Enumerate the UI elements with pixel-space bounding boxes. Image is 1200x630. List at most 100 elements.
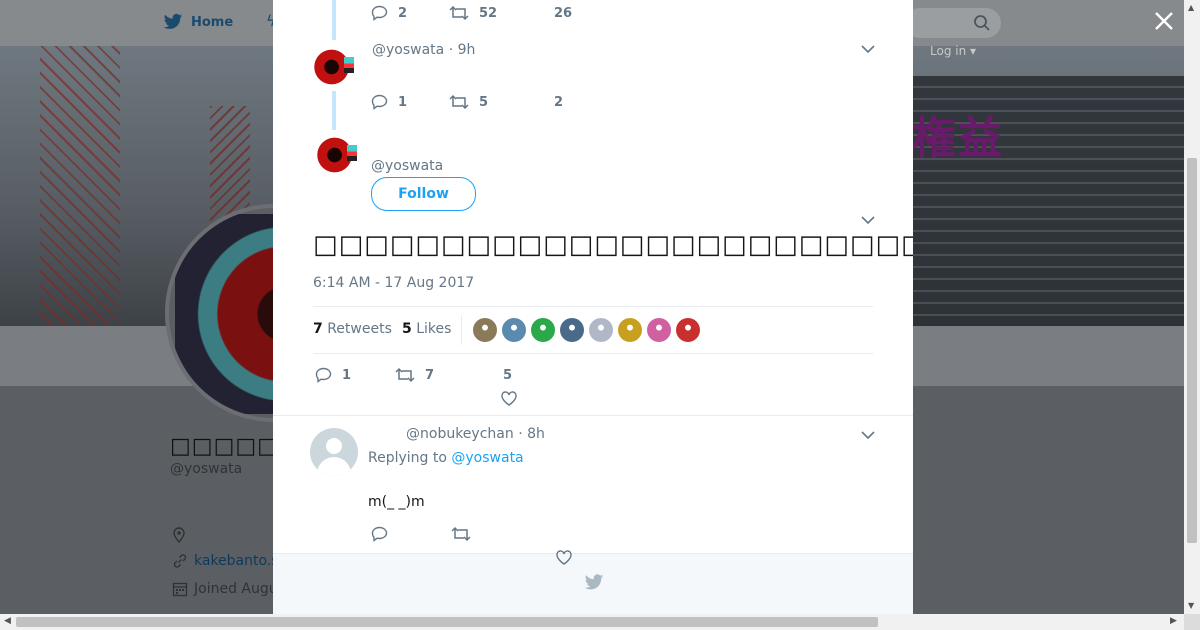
tweet2-time[interactable]: · 9h bbox=[449, 42, 476, 58]
retweet-icon bbox=[395, 367, 415, 383]
likes-label: Likes bbox=[416, 321, 452, 337]
retweet-count: 52 bbox=[479, 5, 498, 21]
scrollbar-corner bbox=[1184, 614, 1200, 630]
scroll-down-arrow[interactable]: ▼ bbox=[1188, 601, 1194, 610]
chevron-down-icon[interactable] bbox=[861, 44, 875, 54]
retweet-button[interactable] bbox=[451, 526, 471, 542]
reply-avatar[interactable] bbox=[310, 428, 358, 476]
like-count: 2 bbox=[554, 94, 564, 110]
vertical-scrollbar[interactable]: ▲ ▼ bbox=[1184, 0, 1200, 614]
retweet-count: 5 bbox=[479, 94, 489, 110]
liker-avatar[interactable] bbox=[589, 318, 613, 342]
retweet-icon bbox=[451, 526, 471, 542]
search-icon bbox=[974, 15, 990, 31]
main-tweet-handle[interactable]: @yoswata bbox=[371, 158, 443, 174]
chevron-down-icon[interactable] bbox=[861, 215, 875, 225]
profile-website-label: kakebanto.s bbox=[194, 553, 279, 569]
scroll-up-arrow[interactable]: ▲ bbox=[1188, 3, 1194, 12]
twitter-bird-icon bbox=[163, 13, 183, 29]
banner-crane bbox=[40, 46, 120, 326]
like-count: 5 bbox=[503, 367, 513, 383]
profile-joined-label: Joined Augu bbox=[194, 581, 278, 597]
location-icon bbox=[172, 527, 186, 543]
replying-to: Replying to @yoswata bbox=[368, 450, 524, 466]
retweets-label: Retweets bbox=[327, 321, 392, 337]
reply-button[interactable]: 1 bbox=[315, 367, 395, 383]
tweet2-header: @yoswata · 9h bbox=[372, 42, 475, 58]
reply-icon bbox=[371, 5, 388, 21]
retweets-stat[interactable]: 7 Retweets bbox=[313, 321, 392, 337]
retweet-button[interactable]: 7 bbox=[395, 367, 503, 383]
scroll-left-arrow[interactable]: ◀ bbox=[4, 616, 11, 626]
liker-avatar[interactable] bbox=[676, 318, 700, 342]
liker-avatar[interactable] bbox=[502, 318, 526, 342]
retweet-icon bbox=[449, 94, 469, 110]
reply-actions bbox=[371, 526, 471, 542]
tweet-modal: 2 52 26 @yoswata · 9h 1 5 2 @yoswata Fol… bbox=[273, 0, 913, 614]
main-tweet-text: □□□□□□□□□□□□□□□□□□□□□□□□□□□□□□□□□□□□□□□□… bbox=[313, 230, 913, 260]
search-input[interactable] bbox=[905, 8, 1001, 38]
reply-button[interactable]: 2 bbox=[371, 5, 449, 21]
main-tweet-avatar[interactable] bbox=[313, 131, 361, 179]
nav-home[interactable]: Home bbox=[163, 13, 233, 31]
liker-avatar[interactable] bbox=[647, 318, 671, 342]
retweet-icon bbox=[449, 5, 469, 21]
reply-button[interactable] bbox=[371, 526, 451, 542]
login-link[interactable]: Log in ▾ bbox=[930, 44, 976, 58]
chevron-down-icon[interactable] bbox=[861, 430, 875, 440]
tweet2-handle[interactable]: @yoswata bbox=[372, 42, 444, 58]
retweet-button[interactable]: 52 bbox=[449, 5, 554, 21]
stats-divider bbox=[461, 315, 462, 345]
like-button[interactable]: 26 bbox=[554, 6, 572, 21]
liker-avatars bbox=[473, 318, 700, 342]
close-icon[interactable] bbox=[1153, 10, 1181, 38]
profile-handle: @yoswata bbox=[170, 461, 243, 477]
thread-line bbox=[332, 0, 336, 40]
replying-to-link[interactable]: @yoswata bbox=[451, 450, 523, 466]
profile-website[interactable]: kakebanto.s bbox=[172, 553, 279, 569]
link-icon bbox=[173, 554, 187, 568]
reply-header: @nobukeychan · 8h bbox=[406, 426, 545, 442]
reply-button[interactable]: 1 bbox=[371, 94, 449, 110]
tweet2-avatar[interactable] bbox=[310, 43, 358, 91]
like-button[interactable]: 5 bbox=[503, 368, 512, 383]
nav-home-label: Home bbox=[191, 14, 234, 30]
replying-prefix: Replying to bbox=[368, 450, 447, 466]
likes-stat[interactable]: 5 Likes bbox=[402, 321, 451, 337]
like-count: 26 bbox=[554, 5, 573, 21]
scrollbar-thumb[interactable] bbox=[1187, 158, 1197, 543]
scrollbar-thumb[interactable] bbox=[16, 617, 878, 627]
retweet-button[interactable]: 5 bbox=[449, 94, 554, 110]
retweets-count: 7 bbox=[313, 321, 323, 337]
horizontal-scrollbar[interactable]: ◀ ▶ bbox=[0, 614, 1184, 630]
reply-count: 1 bbox=[342, 367, 352, 383]
reply-time[interactable]: · 8h bbox=[518, 426, 545, 442]
reply-icon bbox=[315, 367, 332, 383]
main-tweet-actions: 1 7 5 bbox=[315, 367, 512, 383]
like-button[interactable]: 2 bbox=[554, 95, 563, 110]
liker-avatar[interactable] bbox=[560, 318, 584, 342]
reply-tweet[interactable]: @nobukeychan · 8h Replying to @yoswata m… bbox=[273, 415, 913, 554]
liker-avatar[interactable] bbox=[531, 318, 555, 342]
tweet1-actions: 2 52 26 bbox=[371, 5, 572, 21]
heart-icon[interactable] bbox=[556, 550, 572, 565]
tweet-stats: 7 Retweets 5 Likes bbox=[313, 306, 873, 354]
reply-icon bbox=[371, 526, 388, 542]
reply-count: 1 bbox=[398, 94, 408, 110]
tweet2-actions: 1 5 2 bbox=[371, 94, 563, 110]
follow-button[interactable]: Follow bbox=[371, 177, 476, 211]
likes-count: 5 bbox=[402, 321, 412, 337]
twitter-bird-icon bbox=[584, 574, 604, 591]
reply-handle[interactable]: @nobukeychan bbox=[406, 426, 514, 442]
reply-text: m(_ _)m bbox=[368, 494, 425, 510]
retweet-count: 7 bbox=[425, 367, 435, 383]
scroll-right-arrow[interactable]: ▶ bbox=[1170, 616, 1177, 626]
heart-icon[interactable] bbox=[501, 391, 517, 406]
liker-avatar[interactable] bbox=[618, 318, 642, 342]
modal-footer bbox=[273, 550, 913, 614]
liker-avatar[interactable] bbox=[473, 318, 497, 342]
reply-count: 2 bbox=[398, 5, 408, 21]
main-tweet-timestamp[interactable]: 6:14 AM - 17 Aug 2017 bbox=[313, 275, 474, 291]
profile-joined: Joined Augu bbox=[172, 581, 278, 597]
banner-text: 権益 bbox=[912, 113, 1004, 164]
